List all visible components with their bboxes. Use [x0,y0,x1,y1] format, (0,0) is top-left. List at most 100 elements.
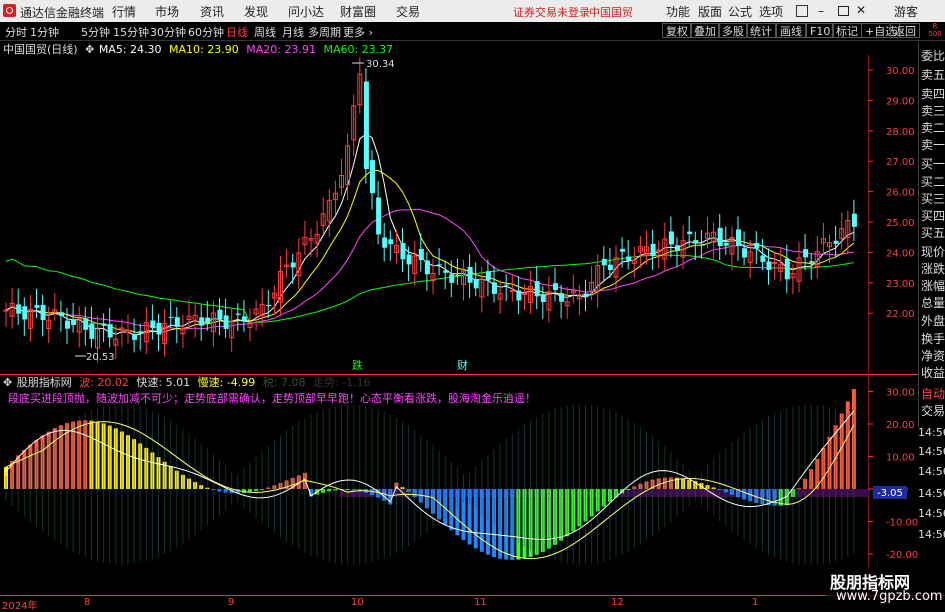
minimize-icon[interactable]: – [818,4,824,18]
guest-label[interactable]: 游客 [894,3,918,20]
candle-body [736,229,741,246]
menu-formula[interactable]: 公式 [728,3,752,20]
indicator-settings-icon[interactable]: ✥ [3,376,12,389]
indicator-y-tick-label: 10.00 [886,453,915,464]
sidebar-trade[interactable]: 交易 [921,402,945,419]
event-marker-finance[interactable]: 财 [457,358,468,372]
candle-body [406,254,412,265]
candle-body [16,304,22,314]
candle-body [418,248,424,261]
ma60-line [5,254,854,324]
period-more[interactable]: 更多 › [343,24,373,40]
sidebar-auto[interactable]: 自动 [921,385,945,402]
menu-news[interactable]: 资讯 [200,3,224,20]
period-multi[interactable]: 多周期 [308,24,341,40]
tool-adjust[interactable]: 复权 [662,23,692,38]
period-more-label: 更多 [343,26,365,39]
level-badge-top: R [932,22,938,30]
tool-overlay[interactable]: 叠加 [690,23,720,38]
ma10-polyline [5,170,855,334]
event-marker-fall[interactable]: 跌 [352,358,363,372]
candle-body [58,312,64,316]
candle-body [199,317,205,326]
candlestick-chart[interactable]: 30.00 29.00 28.00 27.00 26.00 25.00 24.00 23.00… [0,55,918,373]
indicator-y-tick-label: 20.00 [886,420,915,431]
indicator-y-tick-label: 30.00 [886,388,915,399]
sidebar-item-bid4: 买四 [921,209,945,223]
chevron-right-icon: › [368,26,373,39]
skin-icon[interactable] [796,5,808,17]
menu-assistant[interactable]: 问小达 [288,3,324,20]
indicator-y-tick-label: -10.00 [886,518,918,529]
indicator-bars [4,389,856,566]
period-15min[interactable]: 15分钟 [113,24,149,40]
close-icon[interactable]: ✕ [856,3,866,17]
period-bar: 分时 1分钟 5分钟 15分钟 30分钟 60分钟 日线 周线 月线 多周期 更… [0,22,945,41]
menu-options[interactable]: 选项 [759,3,783,20]
period-tick[interactable]: 分时 [5,24,27,40]
candle-body [370,160,375,194]
period-5min[interactable]: 5分钟 [81,24,110,40]
date-label-nov: 11 [474,597,487,608]
ma20-line [5,208,854,330]
candle-body [3,309,9,312]
main-y-axis: 30.00 29.00 28.00 27.00 26.00 25.00 24.00 23.00… [868,66,915,320]
period-30min[interactable]: 30分钟 [150,24,186,40]
date-label-dec: 12 [611,597,624,608]
candle-body [205,317,211,324]
ma60-polyline [5,254,854,324]
period-weekly[interactable]: 周线 [254,24,276,40]
time-6: 14:56 [918,528,945,541]
indicator-tip: 段底买进段顶抛，随波加减不可少；走势底部需确认，走势顶部早早跑！心态平衡看涨跌，… [8,392,536,405]
date-axis: 2024年 8 9 10 11 12 1 [0,595,945,612]
indicator-name: 股朋指标网 [16,376,72,389]
period-1min[interactable]: 1分钟 [30,24,59,40]
tool-stats[interactable]: 统计 [746,23,776,38]
tool-draw[interactable]: 画线 [776,23,806,38]
menu-wealth[interactable]: 财富圈 [340,3,376,20]
menu-function[interactable]: 功能 [666,3,690,20]
candle-body [784,258,790,280]
candle-body [150,320,156,329]
candle-body [742,248,748,258]
time-3: 14:56 [918,465,945,478]
candle-body [363,81,369,170]
candle-body [101,323,107,326]
candle-body [424,260,430,275]
quote-sidebar: 委比 卖五 卖四 卖三 卖二 卖一 买一 买二 买三 买四 买五 现价 涨跌 涨… [918,42,945,427]
sidebar-item-bid2: 买二 [921,175,945,189]
candle-body [40,304,46,321]
menu-discover[interactable]: 发现 [244,3,268,20]
menu-markets[interactable]: 市场 [155,3,179,20]
period-monthly[interactable]: 月线 [282,24,304,40]
sidebar-item-turnover: 换手 [921,332,945,346]
menu-trade[interactable]: 交易 [396,3,420,20]
main-y-tick-label: 27.00 [886,157,915,168]
sidebar-item-ask1: 卖一 [921,138,945,152]
tool-f10[interactable]: F10 [806,23,835,38]
level-badge: R 500 [928,22,942,38]
date-label-aug: 8 [84,597,91,608]
maximize-icon[interactable] [838,6,849,16]
login-notice[interactable]: 证券交易未登录 [513,4,590,20]
watermark: 股朋指标网 www.7gpzb.com [826,567,945,609]
indicator-chart[interactable]: 30.0020.0010.000.00-10.00-20.00 -3.05 [0,374,918,595]
candle-body [809,261,815,263]
candle-body [668,231,674,245]
period-60min[interactable]: 60分钟 [188,24,224,40]
candle-body [156,322,162,335]
candle-body [174,317,180,327]
tool-back[interactable]: 返回 [890,23,920,38]
sidebar-item-commission-ratio: 委比 [921,49,945,63]
menu-layout[interactable]: 版面 [698,3,722,20]
candle-body [168,316,174,318]
main-y-tick-label: 22.00 [886,309,915,320]
indicator-grid [340,374,870,595]
period-daily[interactable]: 日线 [226,24,248,40]
tool-multistock[interactable]: 多股 [718,23,748,38]
candle-body [467,267,473,283]
tool-mark[interactable]: 标记 [832,23,862,38]
candle-body [290,262,296,268]
candle-body [132,333,138,340]
menu-market[interactable]: 行情 [112,3,136,20]
